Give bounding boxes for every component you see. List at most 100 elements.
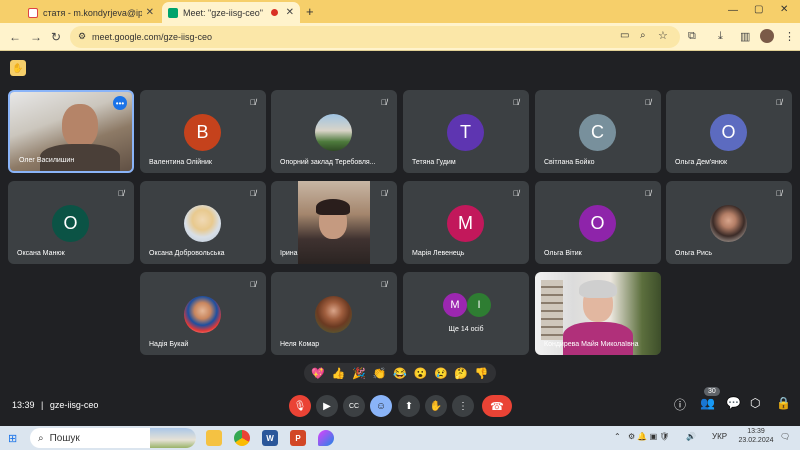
maximize-button[interactable]: ▢ (754, 4, 763, 15)
site-info-icon[interactable]: ⚙ (78, 31, 86, 42)
profile-photo (184, 296, 221, 333)
people-icon[interactable]: 👥 (700, 396, 715, 410)
meeting-controls-bar: 13:39 | gze-iisg-ceo 🎙 ▶ CC ☺ ⬆ ✋ ⋮ ☎ ⓘ … (0, 387, 800, 426)
search-icon: ⌕ (38, 432, 44, 444)
mic-muted-icon: 🎙̸ (645, 188, 651, 198)
participant-tile[interactable]: 🎙̸ M Марія Левенець (403, 181, 529, 264)
mic-muted-icon: 🎙̸ (381, 279, 387, 289)
tab-meet[interactable]: Meet: "gze-iisg-ceo" ✕ (162, 2, 300, 23)
laugh-reaction-button[interactable]: 😂 (393, 367, 407, 380)
profile-photo (184, 205, 221, 242)
more-participants-tile[interactable]: M I Ще 14 осіб (403, 272, 529, 355)
forward-icon[interactable]: → (30, 30, 42, 44)
paint-icon[interactable] (318, 430, 334, 446)
participant-name: Ольга Рись (675, 250, 713, 257)
meet-icon (168, 7, 178, 18)
avatar: M (447, 205, 484, 242)
mic-muted-icon: 🎙̸ (381, 188, 387, 198)
captions-button[interactable]: CC (343, 395, 365, 417)
participant-tile[interactable]: 🎙̸ Оксана Добровольська (140, 181, 266, 264)
mic-muted-icon: 🎙̸ (776, 97, 782, 107)
participant-tile[interactable]: 🎙̸ Надія Букай (140, 272, 266, 355)
browser-toolbar: ← → ↻ ⚙ meet.google.com/gze-iisg-ceo ▭ ⌕… (0, 23, 800, 51)
volume-icon[interactable]: 🔊 (686, 432, 696, 441)
gmail-icon (28, 7, 38, 18)
windows-start-icon[interactable]: ⊞ (8, 432, 17, 445)
activities-icon[interactable]: ⬡ (750, 396, 760, 410)
notifications-icon[interactable]: 🗨 (780, 432, 790, 441)
camera-in-use-icon[interactable]: ▭ (620, 30, 629, 41)
participant-name: Олег Василишин (19, 157, 75, 164)
clap-reaction-button[interactable]: 👏 (373, 367, 387, 380)
mic-muted-icon: 🎙̸ (381, 97, 387, 107)
keyboard-language[interactable]: УКР (712, 432, 727, 441)
more-options-button[interactable]: ⋮ (452, 395, 474, 417)
thumbs-up-reaction-button[interactable]: 👍 (332, 367, 346, 380)
chrome-icon[interactable] (234, 430, 250, 446)
host-controls-icon[interactable]: 🔒 (776, 396, 791, 410)
person-hair (316, 199, 350, 215)
more-options-icon[interactable]: ••• (113, 96, 127, 110)
meeting-info: 13:39 | gze-iisg-ceo (12, 400, 98, 410)
avatar: O (52, 205, 89, 242)
avatar: M (443, 293, 467, 317)
camera-button[interactable]: ▶ (316, 395, 338, 417)
back-icon[interactable]: ← (9, 30, 21, 44)
participant-name: Оксана Манюк (17, 250, 65, 257)
present-screen-button[interactable]: ⬆ (398, 395, 420, 417)
participant-tile[interactable]: 🎙̸ O Оксана Манюк (8, 181, 134, 264)
profile-avatar[interactable] (760, 29, 774, 43)
participant-tile[interactable]: Кондирева Майя Миколаївна (535, 272, 661, 355)
sad-reaction-button[interactable]: 😢 (434, 367, 448, 380)
participant-tile[interactable]: 🎙̸ O Ольга Вітик (535, 181, 661, 264)
leave-call-button[interactable]: ☎ (482, 395, 512, 417)
file-explorer-icon[interactable] (206, 430, 222, 446)
clock[interactable]: 13:39 23.02.2024 (734, 428, 778, 444)
participant-tile[interactable]: ••• Олег Василишин (8, 90, 134, 173)
participant-tile[interactable]: 🎙̸ T Тетяна Гудим (403, 90, 529, 173)
hand-raise-queue-icon[interactable]: ✋ (10, 60, 26, 76)
participant-tile[interactable]: 🎙̸ Ольга Рись (666, 181, 792, 264)
meet-main: ✋ ••• Олег Василишин 🎙̸ B Валентина Олій… (0, 51, 800, 426)
powerpoint-icon[interactable]: P (290, 430, 306, 446)
participant-tile[interactable]: 🎙̸ B Валентина Олійник (140, 90, 266, 173)
new-tab-button[interactable]: + (306, 4, 314, 19)
avatar: T (447, 114, 484, 151)
extensions-icon[interactable]: ⧉ (688, 30, 696, 43)
chat-icon[interactable]: 💬 (726, 396, 741, 410)
participant-tile[interactable]: 🎙̸ Ірина (271, 181, 397, 264)
meeting-details-icon[interactable]: ⓘ (674, 396, 686, 413)
zoom-icon[interactable]: ⌕ (640, 30, 646, 41)
participant-tile[interactable]: 🎙̸ C Світлана Бойко (535, 90, 661, 173)
menu-icon[interactable]: ⋮ (784, 30, 795, 43)
participant-name: Опорний заклад Теребовля... (280, 159, 376, 166)
tray-chevron-icon[interactable]: ⌃ (614, 432, 621, 441)
tab-article[interactable]: статя - m.kondyrjeva@ippo.e... ✕ (22, 2, 160, 23)
participant-tile[interactable]: 🎙̸ Неля Комар (271, 272, 397, 355)
raise-hand-button[interactable]: ✋ (425, 395, 447, 417)
party-reaction-button[interactable]: 🎉 (352, 367, 366, 380)
reload-icon[interactable]: ↻ (51, 30, 61, 44)
download-icon[interactable]: ⤓ (718, 30, 723, 43)
minimize-button[interactable]: — (728, 5, 738, 16)
reactions-button[interactable]: ☺ (370, 395, 392, 417)
participant-name: Оксана Добровольська (149, 250, 225, 257)
close-tab-icon[interactable]: ✕ (146, 7, 154, 18)
tray-app-icons[interactable]: ⚙ 🔔 ▣ 🛡 (628, 432, 670, 441)
close-window-button[interactable]: ✕ (780, 4, 788, 15)
microphone-button[interactable]: 🎙 (289, 395, 311, 417)
side-panel-icon[interactable]: ▥ (740, 30, 750, 43)
mic-muted-icon: 🎙̸ (645, 97, 651, 107)
bookmark-star-icon[interactable]: ☆ (658, 29, 668, 42)
address-bar[interactable]: ⚙ meet.google.com/gze-iisg-ceo ▭ ⌕ ☆ (70, 26, 680, 48)
participant-tile[interactable]: 🎙̸ O Ольга Дем'янюк (666, 90, 792, 173)
thinking-reaction-button[interactable]: 🤔 (454, 367, 468, 380)
mic-muted-icon: 🎙̸ (513, 97, 519, 107)
word-icon[interactable]: W (262, 430, 278, 446)
thumbs-down-reaction-button[interactable]: 👎 (475, 367, 489, 380)
heart-reaction-button[interactable]: 💖 (311, 367, 325, 380)
close-tab-icon[interactable]: ✕ (286, 7, 294, 18)
surprised-reaction-button[interactable]: 😮 (414, 367, 428, 380)
profile-photo (710, 205, 747, 242)
participant-tile[interactable]: 🎙̸ Опорний заклад Теребовля... (271, 90, 397, 173)
